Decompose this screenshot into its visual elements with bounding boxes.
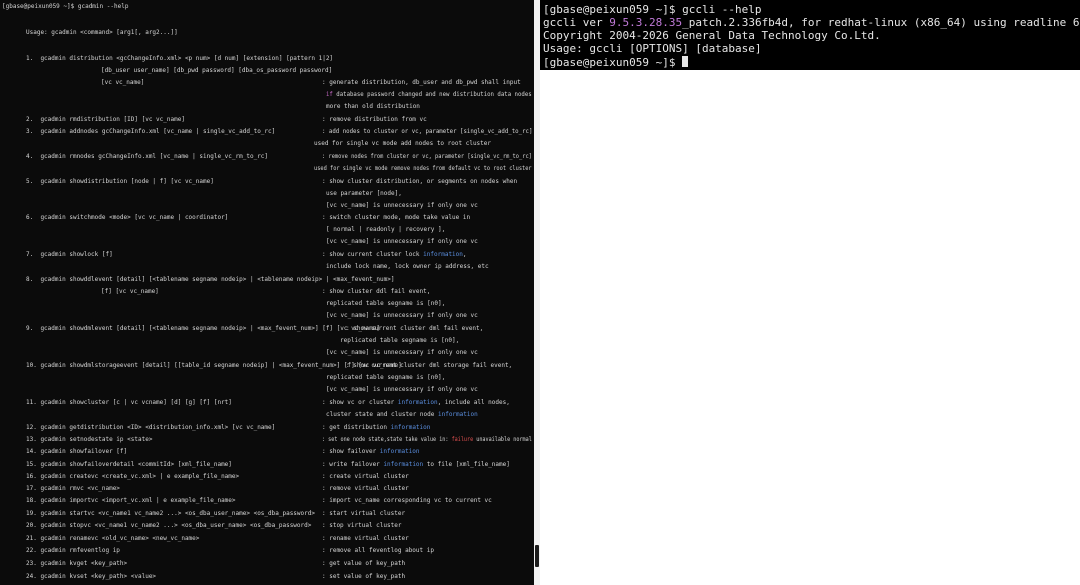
help-line: : generate distribution, db_user and db_… [322,79,521,86]
command-line-1: [gbase@peixun059 ~]$ gccli --help [543,3,762,16]
help-line: : set one node state,state take value in… [322,436,532,443]
help-line: 1. gcadmin distribution <gcChangeInfo.xm… [26,55,334,62]
help-line: [vc vc_name] is unnecessary if only one … [326,238,478,245]
help-line: : show failover information [322,448,420,455]
version-number: 9.5.3.28.35 [609,16,683,29]
help-line: : start virtual cluster [322,510,406,517]
right-terminal-output[interactable]: [gbase@peixun059 ~]$ gccli --help gccli … [540,0,1080,70]
copyright-line: Copyright 2004-2026 General Data Technol… [543,29,881,42]
help-line: : show current cluster lock information, [322,251,467,258]
help-line: Usage: gcadmin <command> [arg1[, arg2...… [26,29,178,36]
version-prefix: gccli ver [543,16,610,29]
help-line: : show cluster distribution, or segments… [322,178,518,185]
help-line: : show current cluster dml storage fail … [346,362,513,369]
help-line: : get distribution information [322,424,431,431]
screen: [gbase@peixun059 ~]$ gcadmin --help Usage… [0,0,1080,585]
help-line: [vc vc_name] is unnecessary if only one … [326,386,478,393]
help-line: 24. gcadmin kvset <key_path> <value> [26,573,157,580]
version-suffix: _patch.2.336fb4d, for redhat-linux (x86_… [682,16,1080,29]
help-line: more than old distribution [326,103,420,110]
help-line: : remove distribution from vc [322,116,427,123]
help-line: used for single vc mode add nodes to roo… [314,140,492,147]
help-line: replicated table segname is [n0], [326,300,446,307]
help-line: [vc vc_name] is unnecessary if only one … [326,312,478,319]
help-line: : show current cluster dml fail event, [346,325,484,332]
help-line: 3. gcadmin addnodes gcChangeInfo.xml [vc… [26,128,276,135]
help-line: : rename virtual cluster [322,535,409,542]
help-line: : add nodes to cluster or vc, parameter … [322,128,533,135]
help-line: 13. gcadmin setnodestate ip <state> [26,436,153,443]
help-line: 14. gcadmin showfailover [f] [26,448,128,455]
help-line: 5. gcadmin showdistribution [node | f] [… [26,178,214,185]
help-line: use parameter [node], [326,190,402,197]
help-line: [db_user user_name] [db_pwd password] [d… [101,67,333,74]
help-line: [vc vc_name] [101,79,145,86]
help-line: : remove all feventlog about ip [322,547,434,554]
terminal-cursor [682,56,689,67]
help-line: 21. gcadmin renamevc <old_vc_name> <new_… [26,535,200,542]
help-line: : show vc or cluster information, includ… [322,399,510,406]
left-terminal-window[interactable]: [gbase@peixun059 ~]$ gcadmin --help Usage… [0,0,534,585]
help-line: 12. gcadmin getdistribution <ID> <distri… [26,424,276,431]
help-line: 11. gcadmin showcluster [c | vc vcname] … [26,399,232,406]
help-line: replicated table segname is [n0], [340,337,460,344]
prompt-line[interactable]: [gbase@peixun059 ~]$ [543,56,689,69]
help-line: : set value of key_path [322,573,406,580]
help-line: : switch cluster mode, mode take value i… [322,214,471,221]
help-line: : import vc_name corresponding vc to cur… [322,497,492,504]
shell-prompt: [gbase@peixun059 ~]$ [543,56,683,69]
help-line: [ normal | readonly | recovery ], [326,226,446,233]
help-line: 8. gcadmin showddlevent [detail] [<table… [26,276,395,283]
help-line: [f] [vc vc_name] [101,288,159,295]
help-line: include lock name, lock owner ip address… [326,263,489,270]
help-line: : stop virtual cluster [322,522,402,529]
help-line: if database password changed and new dis… [326,91,532,98]
usage-line: Usage: gccli [OPTIONS] [database] [543,42,762,55]
help-line: : remove virtual cluster [322,485,409,492]
help-line: [gbase@peixun059 ~]$ gcadmin --help [2,3,129,10]
help-line: 15. gcadmin showfailoverdetail <commitId… [26,461,232,468]
help-line: 20. gcadmin stopvc <vc_name1 vc_name2 ..… [26,522,312,529]
help-line: 2. gcadmin rmdistribution [ID] [vc vc_na… [26,116,185,123]
help-line: 7. gcadmin showlock [f] [26,251,113,258]
help-line: : create virtual cluster [322,473,409,480]
help-line: 9. gcadmin showdmlevent [detail] [<table… [26,325,381,332]
help-line: 22. gcadmin rmfeventlog ip [26,547,120,554]
scrollbar-thumb[interactable] [535,545,539,567]
help-line: 16. gcadmin createvc <create_vc.xml> | e… [26,473,240,480]
right-terminal-window[interactable]: [gbase@peixun059 ~]$ gccli --help gccli … [540,0,1080,585]
help-line: 6. gcadmin switchmode <mode> [vc vc_name… [26,214,229,221]
help-line: [vc vc_name] is unnecessary if only one … [326,202,478,209]
help-line: : show cluster ddl fail event, [322,288,431,295]
help-line: 17. gcadmin rmvc <vc_name> [26,485,120,492]
version-line: gccli ver 9.5.3.28.35_patch.2.336fb4d, f… [543,17,1080,29]
help-line: : remove nodes from cluster or vc, param… [322,153,532,160]
help-line: cluster state and cluster node informati… [326,411,478,418]
help-line: used for single vc mode remove nodes fro… [314,165,532,172]
help-line: 23. gcadmin kvget <key_path> [26,560,128,567]
help-line: 4. gcadmin rmnodes gcChangeInfo.xml [vc_… [26,153,269,160]
help-line: [vc vc_name] is unnecessary if only one … [326,349,478,356]
help-line: 19. gcadmin startvc <vc_name1 vc_name2 .… [26,510,315,517]
help-line: replicated table segname is [n0], [326,374,446,381]
help-line: : get value of key_path [322,560,406,567]
help-line: 18. gcadmin importvc <import_vc.xml | e … [26,497,236,504]
help-line: : write failover information to file [xm… [322,461,510,468]
